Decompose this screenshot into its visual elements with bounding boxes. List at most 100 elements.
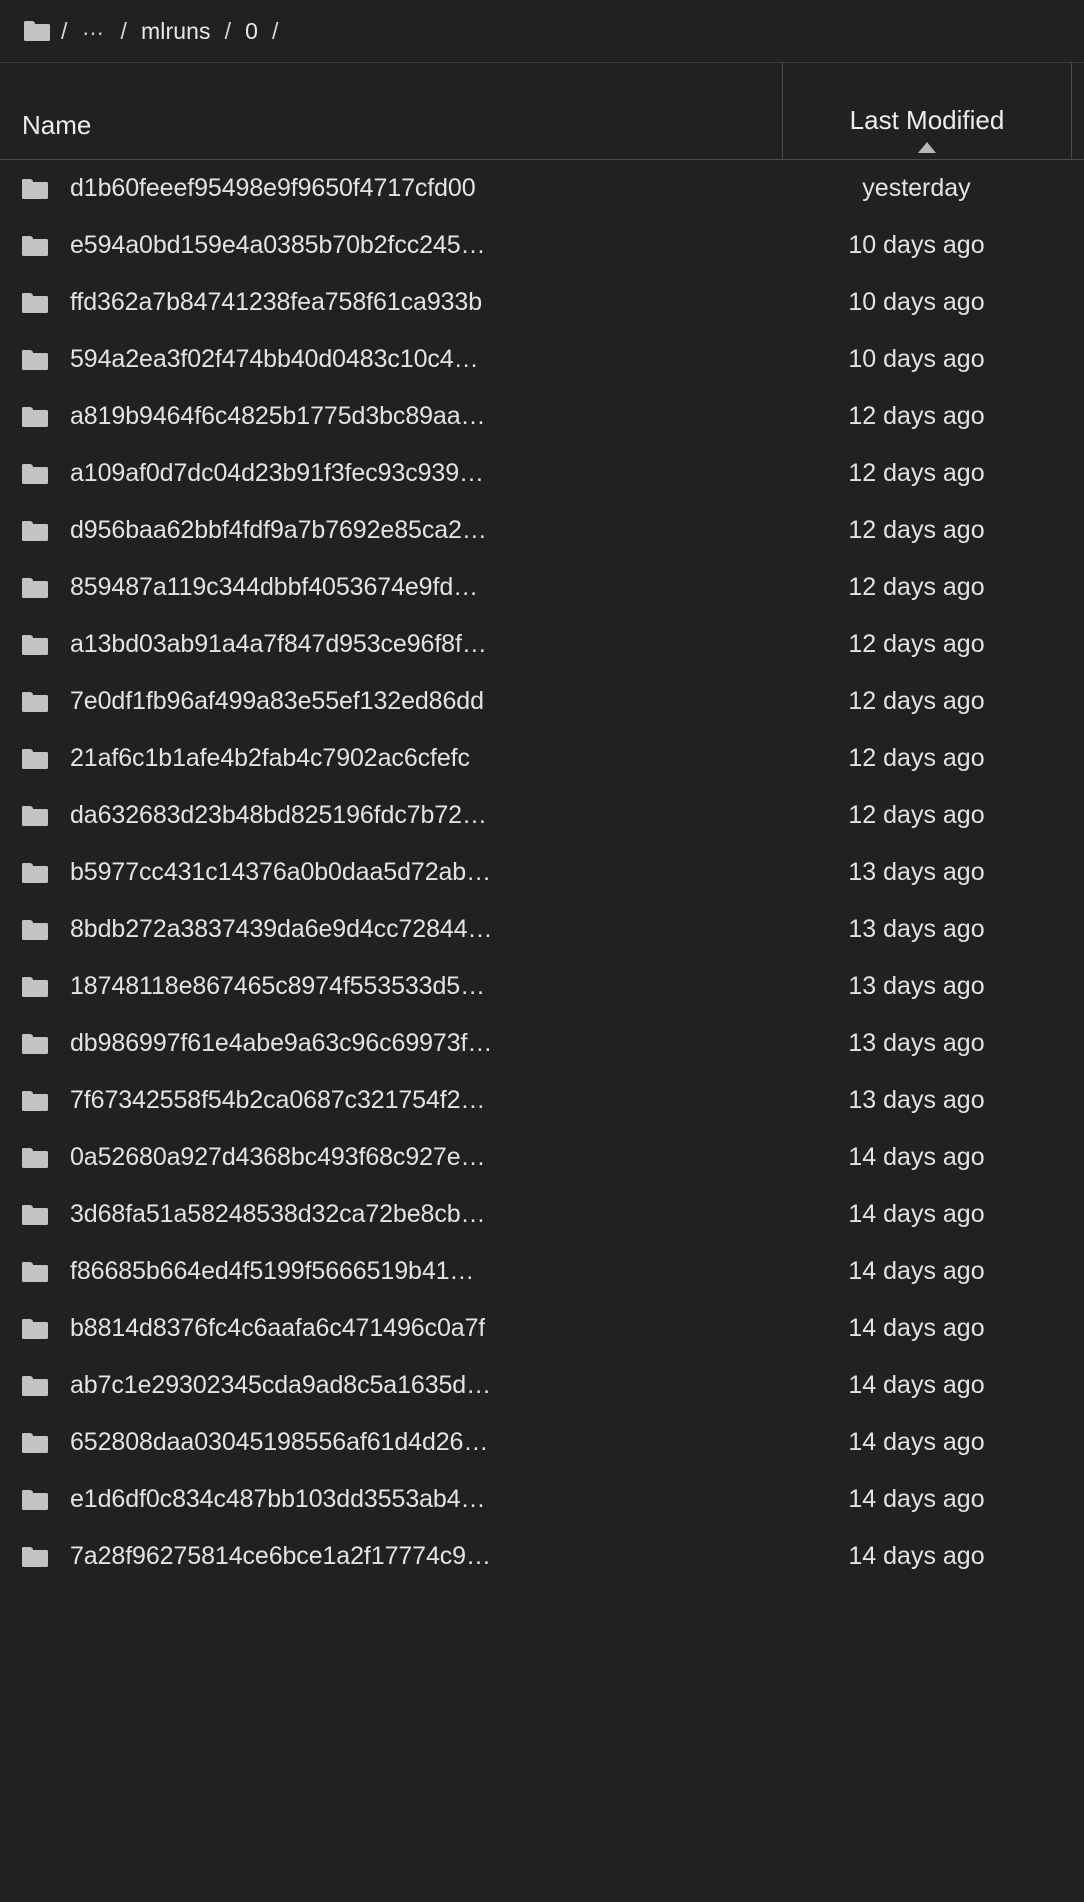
folder-icon	[22, 235, 48, 256]
cell-name[interactable]: e594a0bd159e4a0385b70b2fcc245…	[0, 231, 783, 260]
cell-last-modified: 14 days ago	[848, 1257, 985, 1285]
file-name-label: 594a2ea3f02f474bb40d0483c10c4…	[70, 345, 479, 373]
cell-name[interactable]: a13bd03ab91a4a7f847d953ce96f8f…	[0, 630, 783, 659]
cell-name[interactable]: a819b9464f6c4825b1775d3bc89aa…	[0, 402, 783, 431]
table-row[interactable]: e1d6df0c834c487bb103dd3553ab4… 14 days ag…	[0, 1471, 1084, 1528]
cell-name[interactable]: ab7c1e29302345cda9ad8c5a1635d…	[0, 1371, 783, 1400]
table-row[interactable]: 21af6c1b1afe4b2fab4c7902ac6cfefc 12 days …	[0, 730, 1084, 787]
cell-name[interactable]: 652808daa03045198556af61d4d26…	[0, 1428, 783, 1457]
folder-icon	[22, 577, 48, 598]
table-row[interactable]: 0a52680a927d4368bc493f68c927e… 14 days ag…	[0, 1129, 1084, 1186]
cell-name[interactable]: f86685b664ed4f5199f5666519b41…	[0, 1257, 783, 1286]
cell-name[interactable]: 18748118e867465c8974f553533d5…	[0, 972, 783, 1001]
cell-last-modified: 12 days ago	[848, 402, 985, 430]
file-name-label: b5977cc431c14376a0b0daa5d72ab…	[70, 858, 491, 886]
table-row[interactable]: ffd362a7b84741238fea758f61ca933b 10 days …	[0, 274, 1084, 331]
cell-last-modified: 13 days ago	[848, 915, 985, 943]
folder-icon	[22, 520, 48, 541]
column-header-row: Name Last Modified	[0, 63, 1084, 160]
breadcrumb-separator-2: /	[224, 17, 232, 44]
folder-icon	[22, 349, 48, 370]
cell-name[interactable]: 7e0df1fb96af499a83e55ef132ed86dd	[0, 687, 783, 716]
table-row[interactable]: db986997f61e4abe9a63c96c69973f… 13 days a…	[0, 1015, 1084, 1072]
table-row[interactable]: b8814d8376fc4c6aafa6c471496c0a7f 14 days …	[0, 1300, 1084, 1357]
folder-icon	[22, 976, 48, 997]
table-row[interactable]: 859487a119c344dbbf4053674e9fd… 12 days ag…	[0, 559, 1084, 616]
cell-last-modified: 12 days ago	[848, 744, 985, 772]
breadcrumb-separator-3: /	[272, 17, 279, 44]
column-header-name[interactable]: Name	[0, 63, 783, 159]
cell-last-modified: 10 days ago	[848, 288, 985, 316]
cell-last-modified: yesterday	[862, 174, 971, 202]
cell-name[interactable]: da632683d23b48bd825196fdc7b72…	[0, 801, 783, 830]
cell-name[interactable]: 859487a119c344dbbf4053674e9fd…	[0, 573, 783, 602]
folder-icon	[22, 463, 48, 484]
table-row[interactable]: 652808daa03045198556af61d4d26… 14 days ag…	[0, 1414, 1084, 1471]
table-row[interactable]: a109af0d7dc04d23b91f3fec93c939… 12 days a…	[0, 445, 1084, 502]
cell-last-modified: 13 days ago	[848, 858, 985, 886]
table-row[interactable]: 7e0df1fb96af499a83e55ef132ed86dd 12 days …	[0, 673, 1084, 730]
cell-name[interactable]: db986997f61e4abe9a63c96c69973f…	[0, 1029, 783, 1058]
cell-name[interactable]: 594a2ea3f02f474bb40d0483c10c4…	[0, 345, 783, 374]
table-row[interactable]: a13bd03ab91a4a7f847d953ce96f8f… 12 days a…	[0, 616, 1084, 673]
table-row[interactable]: b5977cc431c14376a0b0daa5d72ab… 13 days ag…	[0, 844, 1084, 901]
breadcrumb-separator-0: /	[61, 17, 68, 44]
table-row[interactable]: f86685b664ed4f5199f5666519b41… 14 days ag…	[0, 1243, 1084, 1300]
table-row[interactable]: 7f67342558f54b2ca0687c321754f2… 13 days a…	[0, 1072, 1084, 1129]
folder-icon	[22, 1318, 48, 1339]
file-name-label: 7f67342558f54b2ca0687c321754f2…	[70, 1086, 486, 1114]
cell-name[interactable]: a109af0d7dc04d23b91f3fec93c939…	[0, 459, 783, 488]
cell-name[interactable]: 7a28f96275814ce6bce1a2f17774c9…	[0, 1542, 783, 1571]
file-name-label: a13bd03ab91a4a7f847d953ce96f8f…	[70, 630, 487, 658]
cell-name[interactable]: e1d6df0c834c487bb103dd3553ab4…	[0, 1485, 783, 1514]
folder-icon	[22, 1204, 48, 1225]
column-header-last-modified[interactable]: Last Modified	[783, 63, 1072, 159]
breadcrumb-separator-1: /	[120, 17, 127, 44]
cell-last-modified: 13 days ago	[848, 1029, 985, 1057]
folder-home-icon[interactable]	[24, 20, 50, 42]
table-row[interactable]: 18748118e867465c8974f553533d5… 13 days ag…	[0, 958, 1084, 1015]
folder-icon	[22, 1033, 48, 1054]
cell-name[interactable]: b5977cc431c14376a0b0daa5d72ab…	[0, 858, 783, 887]
table-row[interactable]: 3d68fa51a58248538d32ca72be8cb… 14 days ag…	[0, 1186, 1084, 1243]
cell-name[interactable]: 8bdb272a3837439da6e9d4cc72844…	[0, 915, 783, 944]
table-row[interactable]: 8bdb272a3837439da6e9d4cc72844… 13 days ag…	[0, 901, 1084, 958]
cell-name[interactable]: 0a52680a927d4368bc493f68c927e…	[0, 1143, 783, 1172]
breadcrumb[interactable]: / … / mlruns / 0 /	[0, 0, 1084, 63]
table-row[interactable]: e594a0bd159e4a0385b70b2fcc245… 10 days ag…	[0, 217, 1084, 274]
caret-up-icon	[918, 142, 936, 153]
breadcrumb-ellipsis[interactable]: …	[75, 14, 114, 41]
breadcrumb-item-mlruns[interactable]: mlruns	[134, 18, 218, 45]
folder-icon	[22, 1432, 48, 1453]
table-row[interactable]: ab7c1e29302345cda9ad8c5a1635d… 14 days ag…	[0, 1357, 1084, 1414]
cell-name[interactable]: 7f67342558f54b2ca0687c321754f2…	[0, 1086, 783, 1115]
cell-name[interactable]: d956baa62bbf4fdf9a7b7692e85ca2…	[0, 516, 783, 545]
file-name-label: 18748118e867465c8974f553533d5…	[70, 972, 485, 1000]
table-row[interactable]: da632683d23b48bd825196fdc7b72… 12 days ag…	[0, 787, 1084, 844]
cell-name[interactable]: b8814d8376fc4c6aafa6c471496c0a7f	[0, 1314, 783, 1343]
file-name-label: e1d6df0c834c487bb103dd3553ab4…	[70, 1485, 486, 1513]
cell-last-modified: 12 days ago	[848, 630, 985, 658]
file-name-label: a109af0d7dc04d23b91f3fec93c939…	[70, 459, 484, 487]
table-row[interactable]: d1b60feeef95498e9f9650f4717cfd00 yesterda…	[0, 160, 1084, 217]
cell-last-modified: 12 days ago	[848, 459, 985, 487]
cell-last-modified: 14 days ago	[848, 1143, 985, 1171]
folder-icon	[22, 748, 48, 769]
table-row[interactable]: 7a28f96275814ce6bce1a2f17774c9… 14 days a…	[0, 1528, 1084, 1585]
cell-last-modified: 12 days ago	[848, 573, 985, 601]
cell-last-modified: 13 days ago	[848, 1086, 985, 1114]
breadcrumb-item-0[interactable]: 0	[238, 18, 265, 45]
table-row[interactable]: d956baa62bbf4fdf9a7b7692e85ca2… 12 days a…	[0, 502, 1084, 559]
file-list[interactable]: d1b60feeef95498e9f9650f4717cfd00 yesterda…	[0, 160, 1084, 1902]
file-name-label: ffd362a7b84741238fea758f61ca933b	[70, 288, 483, 316]
cell-name[interactable]: d1b60feeef95498e9f9650f4717cfd00	[0, 174, 783, 203]
cell-name[interactable]: 21af6c1b1afe4b2fab4c7902ac6cfefc	[0, 744, 783, 773]
table-row[interactable]: 594a2ea3f02f474bb40d0483c10c4… 10 days ag…	[0, 331, 1084, 388]
cell-name[interactable]: ffd362a7b84741238fea758f61ca933b	[0, 288, 783, 317]
column-header-name-label: Name	[22, 110, 92, 140]
table-row[interactable]: a819b9464f6c4825b1775d3bc89aa… 12 days ag…	[0, 388, 1084, 445]
file-name-label: b8814d8376fc4c6aafa6c471496c0a7f	[70, 1314, 486, 1342]
cell-last-modified: 14 days ago	[848, 1371, 985, 1399]
cell-last-modified: 13 days ago	[848, 972, 985, 1000]
cell-name[interactable]: 3d68fa51a58248538d32ca72be8cb…	[0, 1200, 783, 1229]
